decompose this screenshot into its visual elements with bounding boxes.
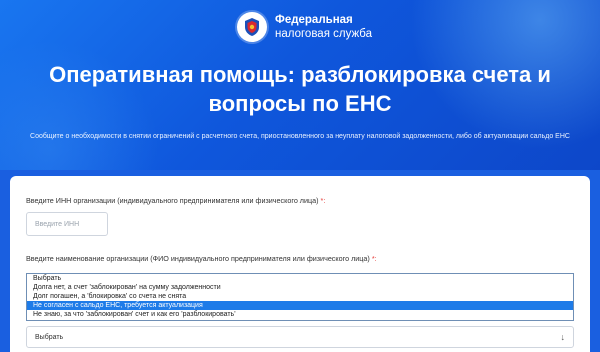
- page-title: Оперативная помощь: разблокировка счета …: [49, 62, 551, 116]
- dropdown-option[interactable]: Долга нет, а счет 'заблокирован' на сумм…: [27, 283, 573, 292]
- inn-label: Введите ИНН организации (индивидуального…: [26, 196, 325, 205]
- org-name-label: Введите наименование организации (ФИО ин…: [26, 254, 377, 263]
- brand-logo[interactable]: Федеральная налоговая служба: [237, 12, 372, 42]
- brand-name-line2: налоговая служба: [275, 28, 372, 40]
- hero-banner: Федеральная налоговая служба Оперативная…: [0, 0, 600, 170]
- brand-name: Федеральная налоговая служба: [275, 13, 372, 41]
- inn-input[interactable]: [26, 212, 108, 236]
- form-card: Введите ИНН организации (индивидуального…: [10, 176, 590, 352]
- dropdown-option[interactable]: Долг погашен, а 'блокировка' со счета не…: [27, 292, 573, 301]
- dropdown-option[interactable]: Выбрать: [27, 274, 573, 283]
- page-subtitle: Сообщите о необходимости в снятии ограни…: [30, 133, 570, 140]
- fns-emblem-icon: [237, 12, 267, 42]
- brand-name-line1: Федеральная: [275, 14, 353, 26]
- reason-dropdown-list: Выбрать Долга нет, а счет 'заблокирован'…: [26, 273, 574, 321]
- required-mark: *:: [320, 196, 326, 205]
- required-mark: *:: [371, 254, 377, 263]
- reason-select[interactable]: Выбрать ↓: [26, 326, 574, 348]
- dropdown-option[interactable]: Не знаю, за что 'заблокирован' счет и ка…: [27, 310, 573, 319]
- inn-label-text: Введите ИНН организации (индивидуального…: [26, 196, 319, 205]
- reason-select-value: Выбрать: [35, 333, 64, 341]
- arrow-down-icon: ↓: [560, 332, 566, 342]
- org-name-label-text: Введите наименование организации (ФИО ин…: [26, 254, 370, 263]
- dropdown-option-highlighted[interactable]: Не согласен с сальдо ЕНС, требуется акту…: [27, 301, 573, 310]
